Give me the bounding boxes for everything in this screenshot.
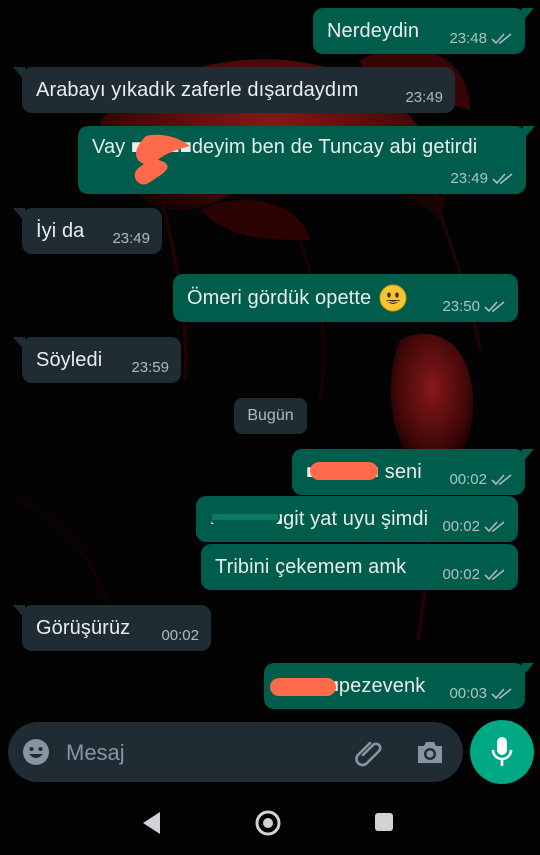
outgoing-message[interactable]: Nerdeydin 23:48	[313, 8, 534, 54]
back-triangle-icon[interactable]	[140, 810, 164, 836]
message-meta: 00:02	[442, 566, 506, 583]
message-text: ■■■■■■git yat uyu şimdi	[210, 507, 429, 530]
recents-square-icon[interactable]	[374, 812, 394, 832]
camera-icon[interactable]	[415, 738, 445, 766]
message-input[interactable]	[64, 734, 338, 772]
message-meta: 23:48	[449, 30, 513, 47]
message-meta: 00:02	[161, 627, 199, 644]
message-time: 00:03	[449, 685, 487, 702]
outgoing-message[interactable]: ■■■■■■ seni 00:02	[292, 449, 534, 495]
message-text: ■■■■■■ seni	[306, 460, 422, 483]
message-text: Arabayı yıkadık zaferle dışardaydım	[36, 78, 359, 101]
message-meta: 23:50	[442, 298, 506, 315]
message-time: 23:49	[112, 230, 150, 247]
double-check-icon	[491, 473, 512, 485]
message-time: 00:02	[161, 627, 199, 644]
message-meta: 23:49	[450, 170, 514, 187]
message-meta: 00:02	[449, 471, 513, 488]
paperclip-icon[interactable]	[354, 737, 384, 767]
message-meta: 00:03	[449, 685, 513, 702]
message-meta: 23:59	[131, 359, 169, 376]
outgoing-message[interactable]: Ömeri gördük opette 23:50	[173, 274, 518, 322]
message-text: Nerdeydin	[327, 19, 420, 42]
microphone-icon	[491, 737, 513, 766]
double-check-icon	[484, 300, 505, 312]
double-check-icon	[484, 568, 505, 580]
outgoing-message[interactable]: Vay ■■■■■deyim ben de Tuncay abi getirdi…	[78, 126, 535, 194]
message-time: 00:02	[449, 471, 487, 488]
incoming-message[interactable]: Arabayı yıkadık zaferle dışardaydım 23:4…	[13, 67, 455, 113]
double-check-icon	[491, 32, 512, 44]
double-check-icon	[492, 172, 513, 184]
message-text: ■■■■■pezevenk	[278, 674, 426, 697]
home-circle-icon[interactable]	[254, 809, 282, 837]
system-navigation-bar	[0, 790, 540, 855]
message-time: 00:02	[442, 518, 480, 535]
outgoing-message[interactable]: Tribini çekemem amk 00:02	[201, 544, 518, 590]
message-list: Nerdeydin 23:48 Arabayı yıkadık zaferle …	[0, 0, 540, 720]
double-check-icon	[484, 520, 505, 532]
message-text: Ömeri gördük opette	[187, 286, 372, 309]
message-text: Vay ■■■■■deyim ben de Tuncay abi getirdi	[92, 136, 478, 158]
message-time: 23:50	[442, 298, 480, 315]
message-time: 23:59	[131, 359, 169, 376]
microphone-button[interactable]	[470, 720, 534, 784]
date-divider: Bugün	[234, 398, 307, 434]
message-time: 23:49	[450, 170, 488, 187]
message-time: 23:48	[449, 30, 487, 47]
emoji-icon[interactable]	[22, 738, 50, 766]
message-meta: 23:49	[112, 230, 150, 247]
message-text: Tribini çekemem amk	[215, 555, 407, 578]
message-meta: 00:02	[442, 518, 506, 535]
incoming-message[interactable]: Söyledi 23:59	[13, 337, 181, 383]
message-text: İyi da	[36, 219, 85, 242]
outgoing-message[interactable]: ■■■■■■git yat uyu şimdi 00:02	[196, 496, 518, 542]
message-time: 23:49	[405, 89, 443, 106]
message-meta: 23:49	[405, 89, 443, 106]
incoming-message[interactable]: Görüşürüz 00:02	[13, 605, 211, 651]
double-check-icon	[491, 687, 512, 699]
grinning-emoji-icon	[379, 284, 407, 312]
message-composer	[8, 722, 463, 782]
message-text: Görüşürüz	[36, 616, 131, 639]
outgoing-message[interactable]: ■■■■■pezevenk 00:03	[264, 663, 534, 709]
message-text: Söyledi	[36, 348, 103, 371]
incoming-message[interactable]: İyi da 23:49	[13, 208, 162, 254]
message-time: 00:02	[442, 566, 480, 583]
